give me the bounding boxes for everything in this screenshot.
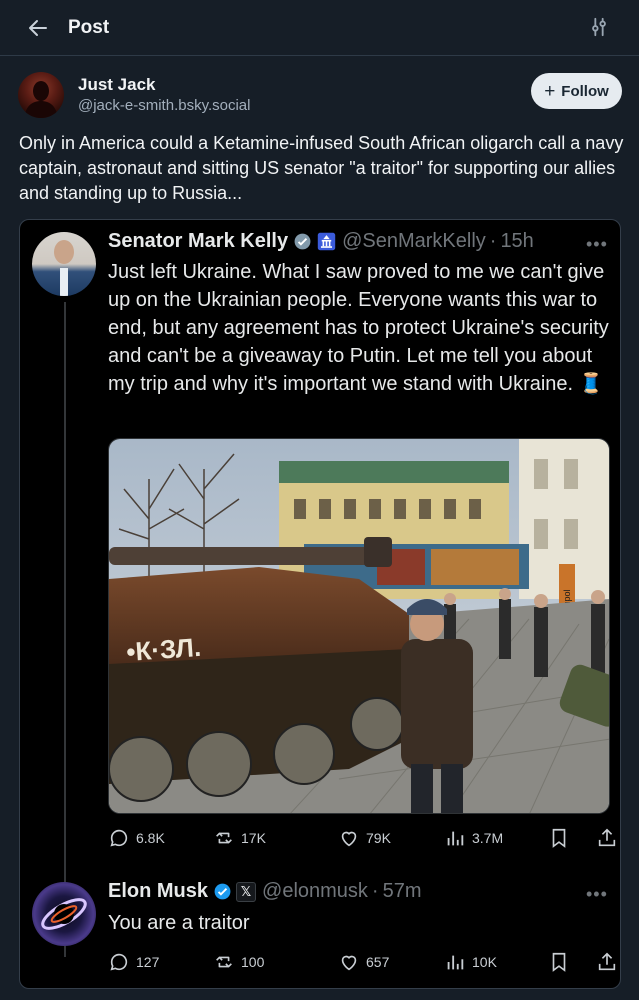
views-chart-icon bbox=[447, 955, 464, 970]
repost-button[interactable]: 100 bbox=[213, 947, 264, 977]
avatar bbox=[32, 232, 96, 296]
bookmark-button[interactable] bbox=[548, 823, 570, 853]
share-button[interactable] bbox=[596, 823, 618, 853]
government-building-icon bbox=[317, 232, 336, 251]
separator-dot: · bbox=[489, 230, 497, 252]
tweet-author-handle: @SenMarkKelly bbox=[342, 230, 486, 252]
like-button[interactable]: 657 bbox=[338, 947, 389, 977]
tweet-text: You are a traitor bbox=[108, 912, 250, 934]
repost-icon bbox=[216, 956, 232, 968]
tweet-author-handle: @elonmusk bbox=[262, 880, 368, 902]
reply-button[interactable]: 127 bbox=[108, 947, 159, 977]
follow-label: Follow bbox=[561, 82, 609, 100]
separator-dot: · bbox=[371, 880, 379, 902]
tweet-time: 15h bbox=[500, 230, 534, 252]
like-button[interactable]: 79K bbox=[338, 823, 391, 853]
follow-button[interactable]: + Follow bbox=[531, 73, 622, 109]
views-count: 10K bbox=[472, 954, 497, 970]
share-button[interactable] bbox=[596, 947, 618, 977]
author-handle[interactable]: @jack-e-smith.bsky.social bbox=[78, 97, 251, 114]
bookmark-button[interactable] bbox=[548, 947, 570, 977]
like-count: 657 bbox=[366, 954, 390, 970]
x-affiliation-icon: 𝕏 bbox=[236, 881, 257, 902]
thread-line bbox=[64, 302, 66, 957]
views-chart-icon bbox=[447, 831, 464, 846]
svg-text:•К·ЗЛ.: •К·ЗЛ. bbox=[125, 632, 202, 667]
tweet-text: Just left Ukraine. What I saw proved to … bbox=[108, 258, 616, 398]
share-icon bbox=[598, 828, 616, 847]
repost-button[interactable]: 17K bbox=[213, 823, 266, 853]
verified-badge-icon bbox=[294, 233, 311, 250]
tweet-actions: 127 100 657 10K bbox=[108, 947, 618, 977]
more-options-icon: ••• bbox=[586, 884, 608, 904]
reply-count: 6.8K bbox=[136, 830, 165, 846]
tweet-photo: Mariupol bbox=[108, 438, 610, 814]
page-title: Post bbox=[68, 17, 110, 38]
repost-count: 17K bbox=[241, 830, 266, 846]
top-bar: Post bbox=[0, 0, 639, 56]
reply-icon bbox=[110, 829, 128, 847]
tank-photo-illustration: Mariupol bbox=[109, 439, 609, 813]
bookmark-icon bbox=[552, 952, 566, 972]
reply-count: 127 bbox=[136, 954, 160, 970]
heart-icon bbox=[341, 955, 357, 971]
thread-settings-button[interactable] bbox=[588, 16, 612, 40]
tweet-author-name: Senator Mark Kelly bbox=[108, 230, 289, 252]
back-button[interactable] bbox=[24, 14, 52, 42]
tweet-actions: 6.8K 17K 79K 3.7M bbox=[108, 823, 618, 853]
tweet-time: 57m bbox=[382, 880, 422, 902]
avatar bbox=[32, 882, 96, 946]
author-name[interactable]: Just Jack bbox=[78, 75, 156, 95]
reply-icon bbox=[110, 953, 128, 971]
sliders-icon bbox=[592, 17, 606, 37]
repost-count: 100 bbox=[241, 954, 265, 970]
views-button[interactable]: 10K bbox=[444, 947, 497, 977]
black-hole-icon bbox=[41, 898, 87, 930]
repost-icon bbox=[216, 832, 232, 844]
heart-icon bbox=[341, 831, 357, 847]
tweet-header: Elon Musk 𝕏 @elonmusk · 57m bbox=[108, 880, 422, 903]
tweet-header: Senator Mark Kelly @SenMarkKelly · 15h bbox=[108, 230, 534, 253]
plus-icon: + bbox=[544, 80, 556, 102]
tweet-author-name: Elon Musk bbox=[108, 880, 209, 902]
tweet-text-content: Just left Ukraine. What I saw proved to … bbox=[108, 261, 609, 395]
views-button[interactable]: 3.7M bbox=[444, 823, 503, 853]
avatar[interactable] bbox=[18, 72, 64, 118]
verified-badge-icon bbox=[214, 883, 231, 900]
post-text: Only in America could a Ketamine-infused… bbox=[19, 133, 624, 203]
arrow-left-icon bbox=[29, 20, 47, 36]
like-count: 79K bbox=[366, 830, 391, 846]
bookmark-icon bbox=[552, 828, 566, 848]
share-icon bbox=[598, 952, 616, 971]
embedded-image[interactable]: Senator Mark Kelly @SenMarkKelly · 15h •… bbox=[19, 219, 621, 989]
reply-button[interactable]: 6.8K bbox=[108, 823, 165, 853]
profile-silhouette-icon bbox=[24, 81, 58, 118]
thread-emoji-icon: 🧵 bbox=[578, 373, 604, 395]
more-options-icon: ••• bbox=[586, 234, 608, 254]
views-count: 3.7M bbox=[472, 830, 504, 846]
